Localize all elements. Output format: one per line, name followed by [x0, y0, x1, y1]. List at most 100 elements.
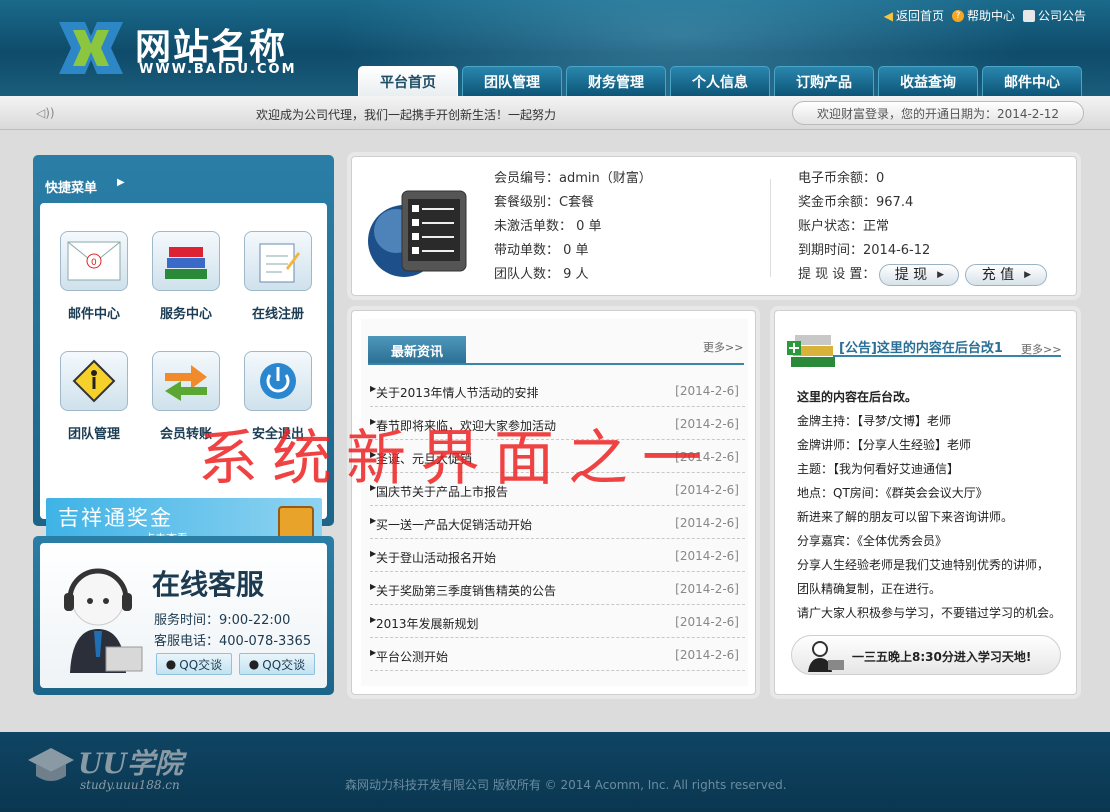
quick-item-logout[interactable]: 安全退出 [238, 351, 318, 442]
news-item-title: 关于登山活动报名开始 [376, 551, 497, 565]
footer: UU学院 study.uuu188.cn 森网动力科技开发有限公司 版权所有 ©… [0, 732, 1110, 812]
quick-item-mail[interactable]: 0 邮件中心 [54, 231, 134, 322]
play-arrow-icon: ▶ [1024, 270, 1032, 280]
svg-text:0: 0 [91, 258, 97, 268]
news-item[interactable]: ▶ 关于奖励第三季度销售精英的公告 [2014-2-6] [370, 573, 745, 605]
monitor-checklist-icon [368, 190, 467, 277]
treasure-chest-icon [278, 506, 314, 540]
team-size: 团队人数： 9 人 [494, 267, 589, 282]
tab-platform-home[interactable]: 平台首页 [358, 66, 458, 96]
books-icon [152, 231, 220, 291]
divider [770, 179, 771, 277]
tab-order-product[interactable]: 订购产品 [774, 66, 874, 96]
speaker-icon: ◁)) [36, 106, 55, 120]
study-banner[interactable]: 一三五晚上8:30分进入学习天地! [791, 635, 1061, 675]
news-item[interactable]: ▶ 圣诞、元旦大促销 [2014-2-6] [370, 441, 745, 473]
qq-chat-label: QQ交谈 [262, 657, 306, 672]
withdraw-button-label: 提 现 [894, 267, 928, 283]
news-item[interactable]: ▶ 平台公测开始 [2014-2-6] [370, 639, 745, 671]
news-inner: 最新资讯 更多>> ▶ 关于2013年情人节活动的安排 [2014-2-6] ▶ 春节… [361, 319, 748, 686]
tab-personal-info[interactable]: 个人信息 [670, 66, 770, 96]
service-hours: 服务时间：9:00-22:00 [154, 613, 291, 628]
qq-chat-button-2[interactable]: ● QQ交谈 [239, 653, 315, 675]
member-stats-left: 会员编号：admin（财富） 套餐级别：C套餐 未激活单数： 0 单 带动单数：… [494, 167, 652, 287]
inactive-orders: 未激活单数： 0 单 [494, 219, 602, 234]
news-title: 最新资讯 [368, 336, 466, 364]
speaker-icon: ◀ [883, 8, 893, 23]
driven-orders: 带动单数： 0 单 [494, 243, 589, 258]
news-item-title: 关于2013年情人节活动的安排 [376, 386, 539, 400]
recharge-button[interactable]: 充 值 ▶ [965, 264, 1048, 286]
news-item-date: [2014-2-6] [675, 615, 739, 629]
news-item[interactable]: ▶ 买一送一产品大促销活动开始 [2014-2-6] [370, 507, 745, 539]
withdraw-button[interactable]: 提 现 ▶ [879, 264, 960, 286]
withdraw-label: 提 现 设 置： [798, 267, 876, 282]
withdraw-row: 提 现 设 置： 提 现 ▶ 充 值 ▶ [798, 263, 1053, 287]
notice-title[interactable]: [公告]这里的内容在后台改1 [839, 337, 1003, 356]
notice-line: 新进来了解的朋友可以留下来咨询讲师。 [797, 510, 1014, 524]
notice-body: 这里的内容在后台改。 金牌主持：【寻梦/文博】老师 金牌讲师：【分享人生经验】老… [797, 385, 1061, 625]
transfer-arrows-icon [152, 351, 220, 411]
help-link-label: 帮助中心 [966, 9, 1015, 23]
graduation-cap-icon [28, 748, 74, 781]
quick-menu: 快捷菜单 ▶ 0 邮件中心 服务中心 在线注册 团队管理 会员转账 安全退出 吉… [33, 155, 334, 548]
news-item-title: 2013年发展新规划 [376, 617, 479, 631]
power-icon [244, 351, 312, 411]
news-item[interactable]: ▶ 关于登山活动报名开始 [2014-2-6] [370, 540, 745, 572]
expiry-date: 到期时间：2014-6-12 [798, 243, 931, 258]
quick-item-service[interactable]: 服务中心 [146, 231, 226, 322]
package-level: 套餐级别：C套餐 [494, 195, 595, 210]
member-id: 会员编号：admin（财富） [494, 171, 652, 186]
qq-chat-button-1[interactable]: ● QQ交谈 [156, 653, 232, 675]
tab-finance[interactable]: 财务管理 [566, 66, 666, 96]
quick-item-label: 安全退出 [251, 427, 304, 442]
news-item-date: [2014-2-6] [675, 417, 739, 431]
news-item-date: [2014-2-6] [675, 648, 739, 662]
quick-menu-title: 快捷菜单 [45, 181, 98, 196]
notice-panel: [公告]这里的内容在后台改1 更多>> 这里的内容在后台改。 金牌主持：【寻梦/… [774, 310, 1077, 695]
news-item-title: 买一送一产品大促销活动开始 [376, 518, 533, 532]
news-item-date: [2014-2-6] [675, 384, 739, 398]
main-nav: 平台首页 团队管理 财务管理 个人信息 订购产品 收益查询 邮件中心 [358, 66, 1082, 96]
welcome-badge: 欢迎财富登录，您的开通日期为：2014-2-12 [792, 101, 1084, 125]
logo[interactable]: 网站名称 WWW.BAIDU.COM [55, 14, 315, 84]
notice-line: 金牌讲师：【分享人生经验】老师 [797, 438, 972, 452]
quick-item-label: 服务中心 [159, 307, 212, 322]
member-stats-right: 电子币余额：0 奖金币余额：967.4 账户状态：正常 到期时间：2014-6-… [798, 167, 1053, 287]
tab-mail-center[interactable]: 邮件中心 [982, 66, 1082, 96]
announcement-link[interactable]: 公司公告 [1022, 7, 1086, 24]
support-agent-icon [64, 568, 143, 673]
news-more-link[interactable]: 更多>> [703, 339, 743, 355]
home-link[interactable]: ◀ 返回首页 [884, 7, 944, 24]
notice-line: 主题：【我为何看好艾迪通信】 [797, 462, 960, 476]
news-item-date: [2014-2-6] [675, 450, 739, 464]
banner-title: 吉祥通奖金 [58, 506, 173, 530]
help-link[interactable]: ? 帮助中心 [951, 7, 1015, 24]
bonus-balance: 奖金币余额：967.4 [798, 195, 914, 210]
notice-line: 分享人生经验老师是我们艾迪特别优秀的讲师， [797, 558, 1050, 572]
news-item[interactable]: ▶ 春节即将来临，欢迎大家参加活动 [2014-2-6] [370, 408, 745, 440]
quick-item-label: 邮件中心 [67, 307, 120, 322]
news-item[interactable]: ▶ 2013年发展新规划 [2014-2-6] [370, 606, 745, 638]
news-item[interactable]: ▶ 国庆节关于产品上市报告 [2014-2-6] [370, 474, 745, 506]
quick-item-transfer[interactable]: 会员转账 [146, 351, 226, 442]
notice-line: 金牌主持：【寻梦/文博】老师 [797, 414, 952, 428]
news-item-title: 春节即将来临，欢迎大家参加活动 [376, 419, 557, 433]
quick-item-register[interactable]: 在线注册 [238, 231, 318, 322]
logo-mark-icon [59, 22, 123, 74]
ticker-text: 欢迎成为公司代理，我们一起携手开创新生活！一起努力 [256, 108, 557, 122]
quick-item-label: 会员转账 [159, 427, 212, 442]
news-item[interactable]: ▶ 关于2013年情人节活动的安排 [2014-2-6] [370, 375, 745, 407]
notice-books-icon [787, 335, 835, 367]
ticker-bar: ◁)) 欢迎成为公司代理，我们一起携手开创新生活！一起努力 欢迎财富登录，您的开… [0, 96, 1110, 130]
house-icon [1022, 9, 1035, 22]
quick-item-team[interactable]: 团队管理 [54, 351, 134, 442]
qq-penguin-icon: ● [248, 657, 260, 671]
footer-brand-url: study.uuu188.cn [80, 778, 180, 792]
tab-earnings[interactable]: 收益查询 [878, 66, 978, 96]
news-item-title: 平台公测开始 [376, 650, 449, 664]
quick-item-label: 团队管理 [67, 427, 120, 442]
tab-team-management[interactable]: 团队管理 [462, 66, 562, 96]
chevron-right-icon: ▶ [117, 177, 125, 188]
notice-line: 地点：QT房间：《群英会会议大厅》 [797, 486, 988, 500]
